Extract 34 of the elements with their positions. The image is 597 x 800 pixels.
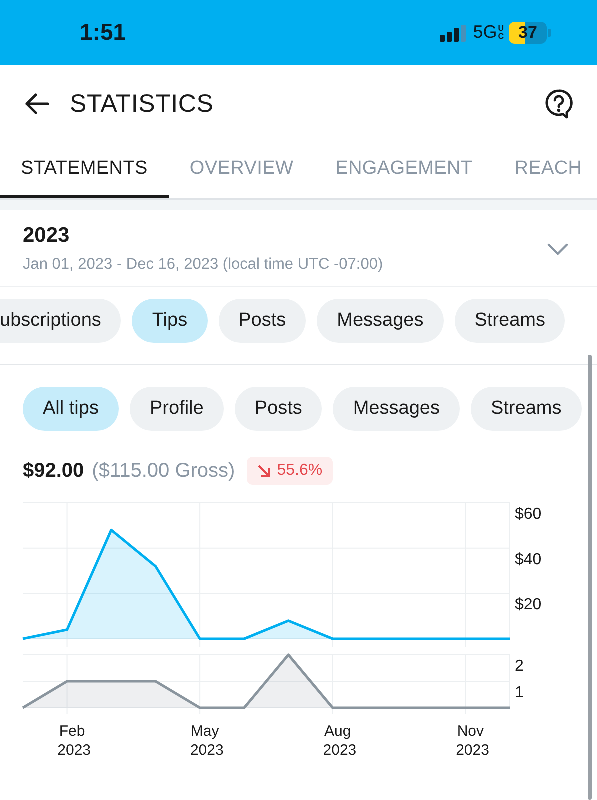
date-range: Jan 01, 2023 - Dec 16, 2023 (local time UTC -07:00) <box>23 256 384 274</box>
axis-tick-label: 2 <box>515 658 524 675</box>
arrow-down-right-icon <box>257 464 272 478</box>
clock-time: 1:51 <box>80 19 126 46</box>
chevron-down-icon[interactable] <box>547 242 569 256</box>
axis-tick-label: 1 <box>515 684 524 702</box>
net-amount: $92.00 <box>23 460 84 482</box>
axis-tick-label: $40 <box>515 551 542 568</box>
filter-chip[interactable]: Streams <box>470 387 582 431</box>
axis-tick-label: Nov 2023 <box>456 723 490 759</box>
scrollbar[interactable] <box>588 355 592 800</box>
period-title: 2023 <box>23 224 71 248</box>
axis-tick-label: May 2023 <box>190 723 224 759</box>
signal-icon <box>440 24 468 42</box>
battery-tip-icon <box>548 28 551 36</box>
category-chip[interactable]: Streams <box>454 299 566 343</box>
category-chip[interactable]: Tips <box>132 299 208 343</box>
help-icon[interactable] <box>545 89 573 119</box>
filter-chip[interactable]: Profile <box>130 387 224 431</box>
filter-chip[interactable]: All tips <box>23 387 119 431</box>
category-chip[interactable]: Messages <box>317 299 444 343</box>
axis-tick-label: $20 <box>515 596 542 614</box>
axis-tick-label: Aug 2023 <box>323 723 357 759</box>
page-title: STATISTICS <box>70 90 214 118</box>
category-chip[interactable]: Posts <box>218 299 306 343</box>
axis-tick-label: $60 <box>515 506 542 523</box>
filter-chip[interactable]: Messages <box>333 387 460 431</box>
filter-chip[interactable]: Posts <box>234 387 322 431</box>
category-chip[interactable]: ubscriptions <box>0 299 122 343</box>
change-badge: 55.6% <box>247 457 333 485</box>
tab[interactable]: STATEMENTS <box>0 143 169 198</box>
axis-tick-label: Feb 2023 <box>58 723 92 759</box>
back-arrow-icon[interactable] <box>24 93 50 115</box>
gross-amount: ($115.00 Gross) <box>92 460 236 482</box>
